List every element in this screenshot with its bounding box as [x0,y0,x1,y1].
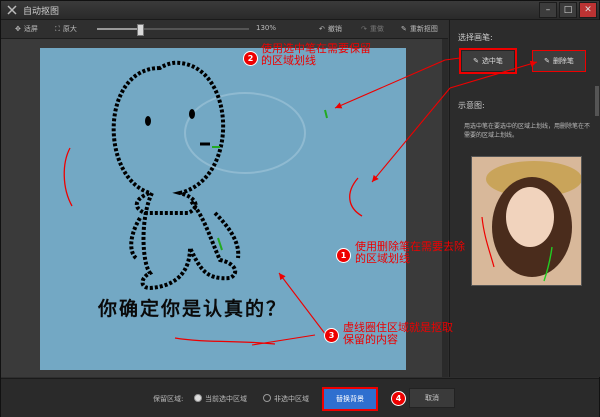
replace-background-button[interactable]: 替换背景 [322,387,378,411]
annotation-1-text: 使用删除笔在需要去除 的区域划线 [355,241,465,265]
redo-label: 重做 [369,25,384,33]
zoom-slider[interactable] [97,24,249,36]
redraw-button[interactable]: ✎ 重新抠图 [401,24,438,34]
original-size-button[interactable]: ⛶ 原大 [55,24,77,34]
original-size-icon: ⛶ [55,24,60,33]
select-pen-button[interactable]: ✎ 选中笔 [459,48,517,74]
brush-panel: 选择画笔: ✎ 选中笔 ✎ 删除笔 示意图: 用选中笔在要选中的区域上划线，用删… [449,20,600,377]
redo-icon: ↷ [361,25,367,33]
keep-unselected-label: 非选中区域 [274,395,309,403]
zoom-slider-fill [97,28,140,30]
radio-unselected-icon [263,394,271,402]
scissors-icon [7,5,17,15]
annotation-2-line2: 的区域划线 [261,54,316,67]
bottom-bar: 保留区域: 当前选中区域 非选中区域 替换背景 取消 [1,378,599,417]
select-pen-label: 选中笔 [481,57,503,65]
annotation-4-badge: 4 [391,391,406,406]
pen-icon: ✎ [544,57,550,65]
annotation-1-line2: 的区域划线 [355,252,410,265]
title-bar: 自动抠图 – □ ✕ [1,1,599,20]
annotation-1-badge: 1 [336,248,351,263]
fit-screen-button[interactable]: ✥ 适屏 [15,24,38,34]
keep-unselected-option[interactable]: 非选中区域 [263,394,309,404]
fit-screen-icon: ✥ [15,25,21,33]
keep-area-label: 保留区域: [153,395,184,403]
sample-photo [472,157,581,285]
annotation-3-text: 虚线圈住区域就是抠取 保留的内容 [343,322,453,346]
pen-icon: ✎ [401,25,407,33]
delete-pen-button[interactable]: ✎ 删除笔 [532,50,586,72]
delete-pen-label: 删除笔 [552,57,574,65]
annotation-3-badge: 3 [324,328,339,343]
keep-selected-option[interactable]: 当前选中区域 [194,394,247,404]
pen-icon: ✎ [473,57,479,65]
panel-scrollbar[interactable] [595,86,599,116]
toolbar: ✥ 适屏 ⛶ 原大 130% ↶ 撤销 ↷ 重做 ✎ 重新抠图 [1,20,448,39]
undo-button[interactable]: ↶ 撤销 [319,24,342,34]
maximize-icon[interactable]: □ [559,2,577,18]
keep-selected-label: 当前选中区域 [205,395,247,403]
minimize-icon[interactable]: – [539,2,557,18]
brush-label: 选择画笔: [458,33,493,42]
sample-image [471,156,582,286]
tip-text: 用选中笔在要选中的区域上划线，用删除笔在不需要的区域上划线。 [464,123,591,139]
undo-icon: ↶ [319,25,325,33]
radio-selected-icon [194,394,202,402]
cancel-button[interactable]: 取消 [409,388,455,408]
original-size-label: 原大 [62,25,77,33]
close-icon[interactable]: ✕ [579,2,597,18]
window-title: 自动抠图 [23,7,60,17]
image-caption-text: 你确定你是认真的？ [98,298,288,320]
redo-button[interactable]: ↷ 重做 [361,24,384,34]
fit-screen-label: 适屏 [23,25,38,33]
annotation-3-line2: 保留的内容 [343,333,398,346]
annotation-2-text: 使用选中笔在需要保留 的区域划线 [261,43,371,67]
sample-label: 示意图: [458,101,485,110]
annotation-2-badge: 2 [243,51,258,66]
redraw-label: 重新抠图 [409,25,438,33]
zoom-slider-thumb[interactable] [136,24,144,36]
undo-label: 撤销 [327,25,342,33]
zoom-readout: 130% [256,24,277,32]
